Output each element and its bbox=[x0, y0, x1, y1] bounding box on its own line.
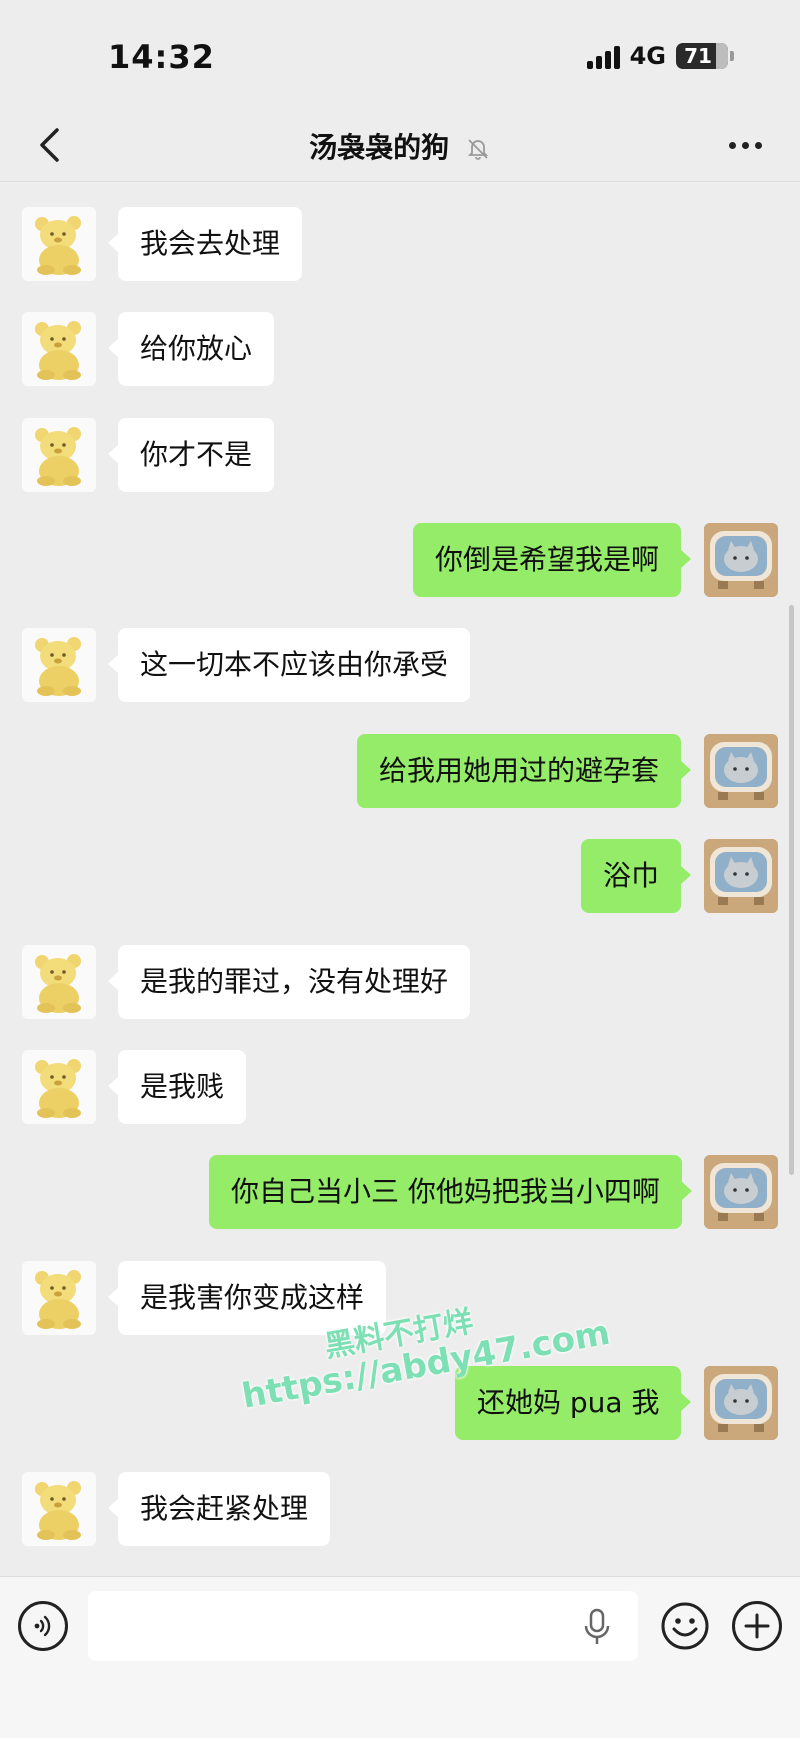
status-time: 14:32 bbox=[108, 38, 215, 76]
message-bubble[interactable]: 你倒是希望我是啊 bbox=[413, 523, 692, 597]
message-input[interactable] bbox=[88, 1591, 638, 1661]
message-bubble[interactable]: 是我害你变成这样 bbox=[107, 1261, 387, 1335]
plus-icon bbox=[744, 1613, 770, 1639]
network-type: 4G bbox=[629, 42, 666, 70]
plus-button[interactable] bbox=[732, 1601, 782, 1651]
chat-title: 汤袅袅的狗 bbox=[309, 131, 450, 164]
more-button[interactable] bbox=[720, 130, 770, 160]
message-bubble[interactable]: 给你放心 bbox=[107, 312, 275, 386]
signal-icon bbox=[586, 43, 620, 69]
contact-avatar[interactable] bbox=[22, 312, 96, 386]
my-avatar[interactable] bbox=[704, 734, 778, 808]
input-bar bbox=[0, 1576, 800, 1738]
chat-title-wrap: 汤袅袅的狗 bbox=[0, 126, 800, 166]
message-bubble[interactable]: 给我用她用过的避孕套 bbox=[357, 734, 692, 808]
message-sent[interactable]: 还她妈 pua 我 bbox=[0, 1366, 800, 1440]
emoji-icon bbox=[661, 1602, 709, 1650]
message-bubble[interactable]: 我会去处理 bbox=[107, 207, 303, 281]
message-sent[interactable]: 浴巾 bbox=[0, 839, 800, 913]
message-received[interactable]: 我会赶紧处理 bbox=[0, 1472, 800, 1546]
message-sent[interactable]: 你自己当小三 你他妈把我当小四啊 bbox=[0, 1155, 800, 1229]
message-bubble[interactable]: 是我贱 bbox=[107, 1050, 247, 1124]
voice-button[interactable] bbox=[18, 1601, 68, 1651]
contact-avatar[interactable] bbox=[22, 945, 96, 1019]
status-indicators: 4G 71 bbox=[586, 42, 734, 70]
message-bubble[interactable]: 你才不是 bbox=[107, 418, 275, 492]
message-received[interactable]: 是我害你变成这样 bbox=[0, 1261, 800, 1335]
my-avatar[interactable] bbox=[704, 839, 778, 913]
contact-avatar[interactable] bbox=[22, 1261, 96, 1335]
scrollbar[interactable] bbox=[789, 605, 794, 1175]
status-bar: 14:32 4G 71 bbox=[0, 0, 800, 110]
emoji-button[interactable] bbox=[660, 1601, 710, 1651]
message-bubble[interactable]: 是我的罪过，没有处理好 bbox=[107, 945, 471, 1019]
bell-off-icon bbox=[467, 139, 489, 160]
message-received[interactable]: 是我的罪过，没有处理好 bbox=[0, 945, 800, 1019]
mic-icon[interactable] bbox=[582, 1607, 612, 1647]
message-bubble[interactable]: 我会赶紧处理 bbox=[107, 1472, 331, 1546]
contact-avatar[interactable] bbox=[22, 1472, 96, 1546]
contact-avatar[interactable] bbox=[22, 418, 96, 492]
message-sent[interactable]: 你倒是希望我是啊 bbox=[0, 523, 800, 597]
chat-header: 汤袅袅的狗 bbox=[0, 110, 800, 182]
contact-avatar[interactable] bbox=[22, 628, 96, 702]
my-avatar[interactable] bbox=[704, 1155, 778, 1229]
message-sent[interactable]: 给我用她用过的避孕套 bbox=[0, 734, 800, 808]
message-bubble[interactable]: 这一切本不应该由你承受 bbox=[107, 628, 471, 702]
my-avatar[interactable] bbox=[704, 1366, 778, 1440]
message-bubble[interactable]: 还她妈 pua 我 bbox=[455, 1366, 692, 1440]
message-received[interactable]: 我会去处理 bbox=[0, 207, 800, 281]
message-bubble[interactable]: 你自己当小三 你他妈把我当小四啊 bbox=[209, 1155, 692, 1229]
message-bubble[interactable]: 浴巾 bbox=[581, 839, 692, 913]
message-received[interactable]: 是我贱 bbox=[0, 1050, 800, 1124]
message-received[interactable]: 这一切本不应该由你承受 bbox=[0, 628, 800, 702]
contact-avatar[interactable] bbox=[22, 1050, 96, 1124]
my-avatar[interactable] bbox=[704, 523, 778, 597]
more-dots-icon bbox=[728, 141, 736, 149]
battery-icon: 71 bbox=[676, 43, 734, 69]
message-received[interactable]: 给你放心 bbox=[0, 312, 800, 386]
battery-level: 71 bbox=[684, 44, 712, 68]
contact-avatar[interactable] bbox=[22, 207, 96, 281]
voice-icon bbox=[34, 1615, 51, 1637]
message-received[interactable]: 你才不是 bbox=[0, 418, 800, 492]
